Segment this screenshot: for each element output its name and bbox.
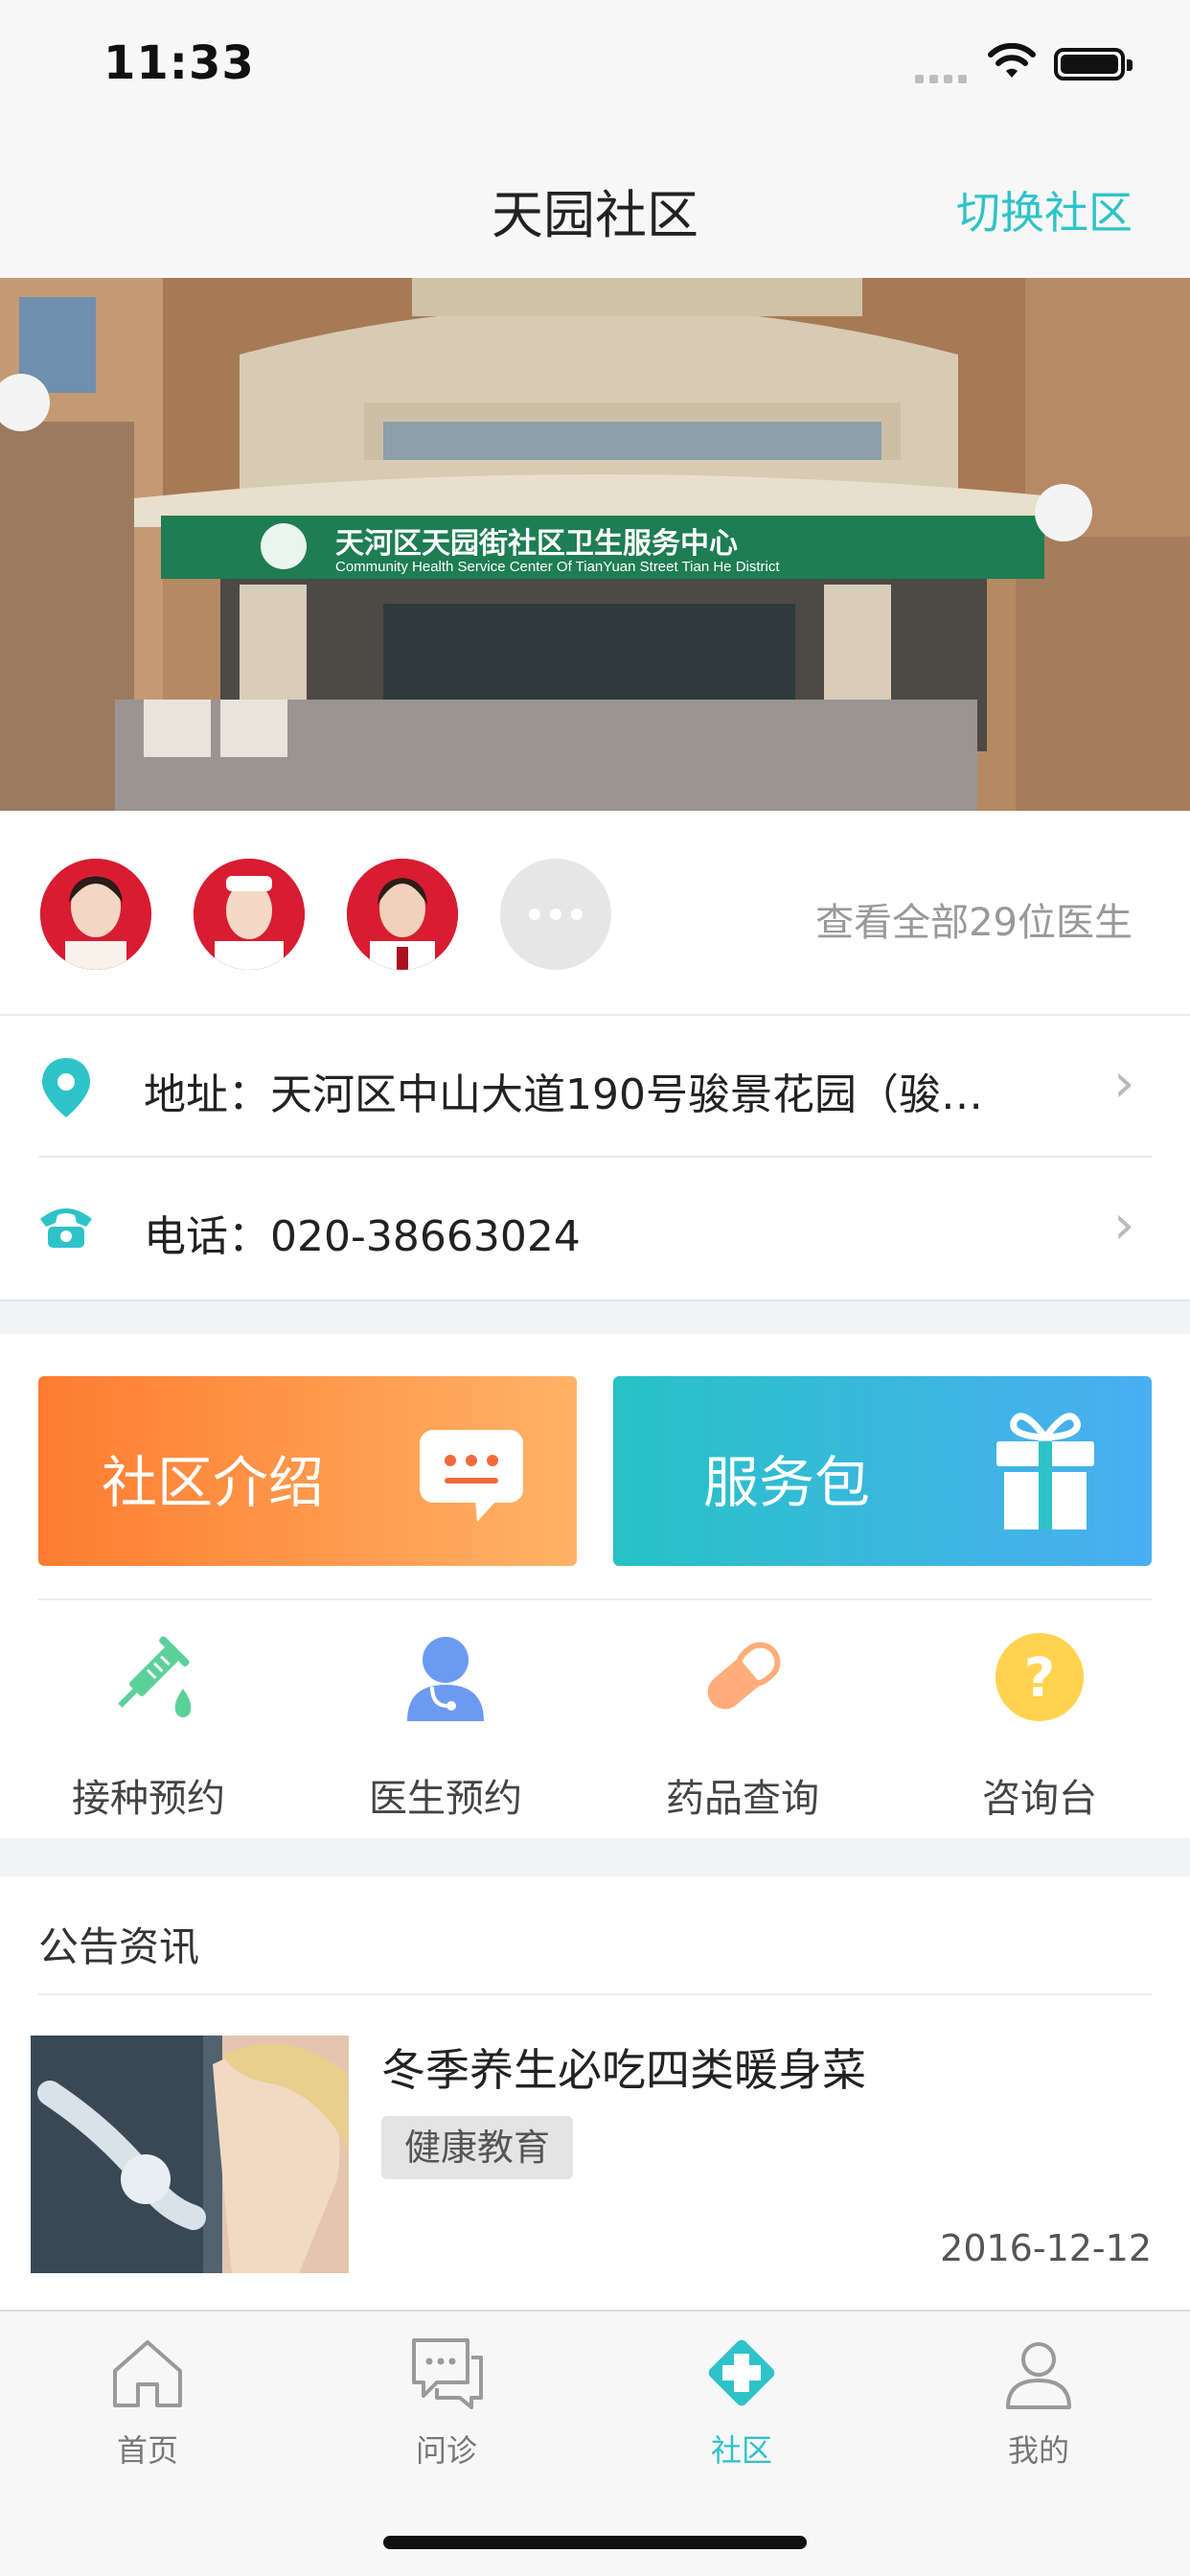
doctor-avatar-3[interactable] <box>347 859 458 970</box>
question-icon: ? <box>995 1633 1084 1721</box>
message-bubble-icon <box>420 1430 523 1522</box>
community-intro-card[interactable]: 社区介绍 <box>38 1376 577 1566</box>
chevron-right-icon: › <box>1113 1194 1135 1256</box>
help-desk-label: 咨询台 <box>982 1777 1097 1821</box>
gift-icon <box>996 1413 1094 1530</box>
doctor-icon <box>407 1637 484 1721</box>
switch-community-button[interactable]: 切换社区 <box>956 178 1133 242</box>
doctor-appointment-button[interactable]: 医生预约 <box>297 1629 594 1823</box>
syringe-icon <box>118 1636 192 1717</box>
tab-community[interactable]: 社区 <box>646 2334 837 2471</box>
news-tag: 健康教育 <box>381 2116 574 2179</box>
view-all-doctors-link[interactable]: 查看全部29位医生 <box>815 891 1133 947</box>
news-section-title: 公告资讯 <box>38 1923 200 1970</box>
tab-consultation[interactable]: 问诊 <box>351 2334 542 2471</box>
location-pin-icon <box>42 1058 90 1117</box>
doctor-appointment-label: 医生预约 <box>369 1777 522 1821</box>
vaccination-booking-label: 接种预约 <box>72 1777 225 1821</box>
profile-icon <box>1006 2342 1071 2409</box>
wifi-icon <box>988 43 1036 78</box>
service-package-card[interactable]: 服务包 <box>613 1376 1152 1566</box>
doctor-avatar-1[interactable] <box>40 859 151 970</box>
tab-community-label: 社区 <box>710 2432 772 2469</box>
divider <box>38 1993 1152 1995</box>
section-gap <box>0 1838 1190 1876</box>
tab-home[interactable]: 首页 <box>52 2334 243 2471</box>
divider <box>0 1014 1190 1016</box>
section-gap <box>0 1300 1190 1334</box>
svg-text:?: ? <box>1024 1647 1055 1710</box>
pill-icon <box>707 1642 781 1710</box>
help-desk-button[interactable]: ? 咨询台 <box>891 1629 1188 1823</box>
doctor-avatar-2[interactable] <box>194 859 305 970</box>
tab-profile[interactable]: 我的 <box>943 2334 1134 2471</box>
news-thumbnail[interactable] <box>31 2036 349 2273</box>
divider <box>38 1156 1152 1158</box>
home-indicator <box>383 2536 807 2549</box>
battery-icon <box>1054 48 1133 80</box>
divider <box>38 1598 1152 1600</box>
tab-profile-label: 我的 <box>1007 2432 1069 2469</box>
chat-icon <box>412 2338 483 2409</box>
community-center-banner: 天河区天园街社区卫生服务中心 Community Health Service … <box>0 278 1190 811</box>
community-icon <box>708 2339 775 2406</box>
cellular-signal-icon <box>915 69 973 87</box>
community-intro-label: 社区介绍 <box>102 1450 325 1515</box>
drug-search-label: 药品查询 <box>666 1777 819 1821</box>
home-icon <box>113 2340 182 2407</box>
tab-consultation-label: 问诊 <box>415 2432 477 2469</box>
vaccination-booking-button[interactable]: 接种预约 <box>0 1629 297 1823</box>
drug-search-button[interactable]: 药品查询 <box>594 1629 891 1823</box>
service-package-label: 服务包 <box>703 1450 871 1515</box>
status-time: 11:33 <box>103 36 255 90</box>
tab-home-label: 首页 <box>116 2432 178 2469</box>
banner-sign-cn: 天河区天园街社区卫生服务中心 <box>335 528 738 560</box>
chevron-right-icon: › <box>1113 1052 1135 1115</box>
address-text[interactable]: 地址：天河区中山大道190号骏景花园（骏… <box>144 1060 983 1121</box>
news-title[interactable]: 冬季养生必吃四类暖身菜 <box>381 2036 866 2099</box>
phone-text[interactable]: 电话：020-38663024 <box>144 1202 581 1263</box>
phone-icon <box>40 1208 92 1248</box>
banner-sign-en: Community Health Service Center Of TianY… <box>335 559 780 575</box>
news-date: 2016-12-12 <box>940 2227 1152 2269</box>
more-doctors-button[interactable] <box>500 859 611 970</box>
